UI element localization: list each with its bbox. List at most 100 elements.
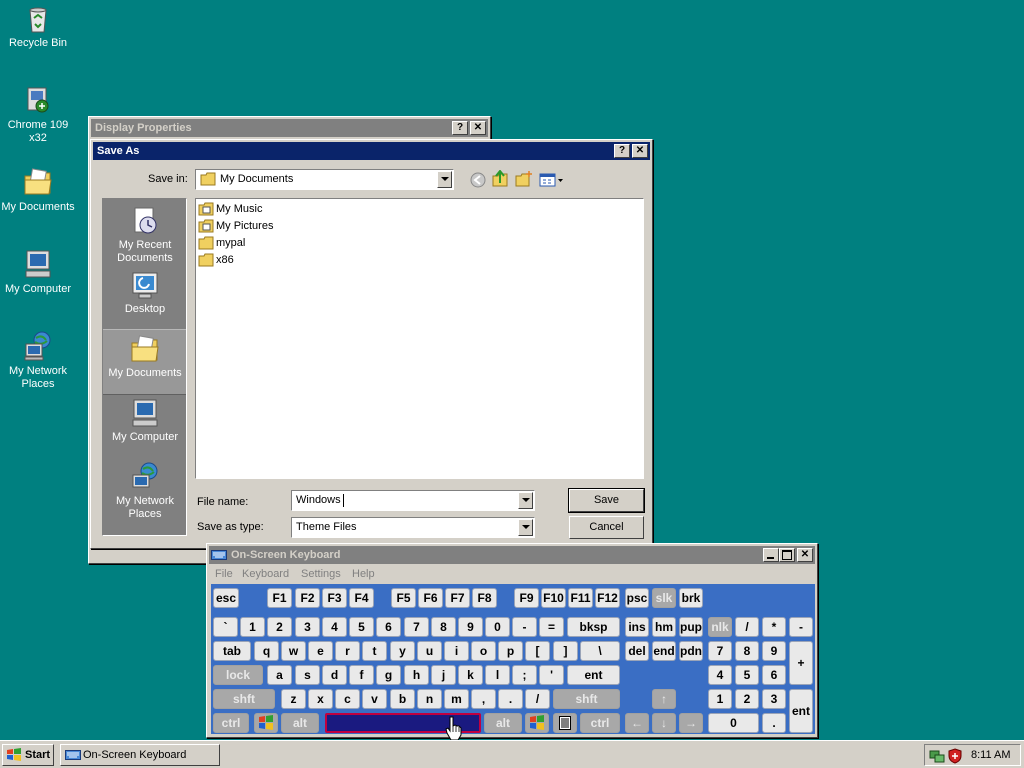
key-u[interactable]: u — [417, 641, 442, 661]
key-w[interactable]: w — [281, 641, 306, 661]
places-my-documents[interactable]: My Documents — [105, 333, 185, 380]
key-arrow-right[interactable]: → — [679, 713, 703, 733]
key-numpad-3[interactable]: 3 — [762, 689, 786, 709]
key-r[interactable]: r — [335, 641, 360, 661]
key-2[interactable]: 2 — [267, 617, 292, 637]
key-numpad-0[interactable]: 0 — [708, 713, 759, 733]
save-as-dialog[interactable]: Save As ? ✕ Save in: My Documents My Rec… — [90, 139, 653, 549]
key-numpad-add[interactable]: + — [789, 641, 813, 685]
key-numpad-6[interactable]: 6 — [762, 665, 786, 685]
taskbar-item-on-screen-keyboard[interactable]: On-Screen Keyboard — [60, 744, 220, 766]
menu-file[interactable]: File — [215, 568, 233, 580]
maximize-button[interactable] — [779, 548, 795, 562]
key-tab[interactable]: tab — [213, 641, 251, 661]
key-t[interactable]: t — [362, 641, 387, 661]
key-f6[interactable]: F6 — [418, 588, 443, 608]
key-page-down[interactable]: pdn — [679, 641, 703, 661]
key-numpad-5[interactable]: 5 — [735, 665, 759, 685]
save-as-type-dropdown[interactable]: Theme Files — [291, 517, 535, 538]
key-j[interactable]: j — [431, 665, 456, 685]
key-n[interactable]: n — [417, 689, 442, 709]
key-backslash[interactable]: \ — [580, 641, 620, 661]
key-f11[interactable]: F11 — [568, 588, 593, 608]
key-left-alt[interactable]: alt — [281, 713, 319, 733]
key-numpad-decimal[interactable]: . — [762, 713, 786, 733]
list-item[interactable]: My Music — [198, 201, 262, 217]
key-x[interactable]: x — [308, 689, 333, 709]
desktop-icon-recycle-bin[interactable]: Recycle Bin — [0, 2, 76, 50]
key-numpad-8[interactable]: 8 — [735, 641, 759, 661]
cancel-button[interactable]: Cancel — [569, 516, 644, 539]
save-as-titlebar[interactable]: Save As ? ✕ — [93, 142, 650, 160]
places-my-computer[interactable]: My Computer — [105, 397, 185, 444]
key-f2[interactable]: F2 — [295, 588, 320, 608]
key-caps-lock[interactable]: lock — [213, 665, 263, 685]
desktop-icon-network-places[interactable]: My Network Places — [0, 330, 76, 391]
key-f8[interactable]: F8 — [472, 588, 497, 608]
key-c[interactable]: c — [335, 689, 360, 709]
places-network-places[interactable]: My Network Places — [105, 461, 185, 521]
key-home[interactable]: hm — [652, 617, 676, 637]
key-b[interactable]: b — [390, 689, 415, 709]
key-h[interactable]: h — [404, 665, 429, 685]
key-numpad-subtract[interactable]: - — [789, 617, 813, 637]
key-page-up[interactable]: pup — [679, 617, 703, 637]
key-p[interactable]: p — [498, 641, 523, 661]
key-esc[interactable]: esc — [213, 588, 239, 608]
key-numpad-4[interactable]: 4 — [708, 665, 732, 685]
key-brk[interactable]: brk — [679, 588, 703, 608]
key-a[interactable]: a — [267, 665, 292, 685]
key-1[interactable]: 1 — [240, 617, 265, 637]
close-button[interactable]: ✕ — [797, 548, 813, 562]
key-slk[interactable]: slk — [652, 588, 676, 608]
key-period[interactable]: . — [498, 689, 523, 709]
key-arrow-up[interactable]: ↑ — [652, 689, 676, 709]
file-name-input[interactable]: Windows — [291, 490, 535, 511]
list-item[interactable]: mypal — [198, 235, 245, 251]
key-m[interactable]: m — [444, 689, 469, 709]
key-backtick[interactable]: ` — [213, 617, 238, 637]
start-button[interactable]: Start — [2, 744, 54, 766]
chevron-down-icon[interactable] — [437, 171, 452, 188]
key-numpad-enter[interactable]: ent — [789, 689, 813, 733]
key-delete[interactable]: del — [625, 641, 649, 661]
key-enter[interactable]: ent — [567, 665, 620, 685]
minimize-button[interactable] — [763, 548, 779, 562]
key-right-ctrl[interactable]: ctrl — [580, 713, 620, 733]
key-numpad-7[interactable]: 7 — [708, 641, 732, 661]
back-button[interactable] — [469, 171, 487, 189]
key-f1[interactable]: F1 — [267, 588, 292, 608]
key-3[interactable]: 3 — [295, 617, 320, 637]
list-item[interactable]: My Pictures — [198, 218, 273, 234]
display-properties-titlebar[interactable]: Display Properties ? ✕ — [91, 119, 488, 137]
desktop-icon-my-documents[interactable]: My Documents — [0, 166, 76, 214]
osk-titlebar[interactable]: On-Screen Keyboard ✕ — [209, 546, 815, 564]
key-i[interactable]: i — [444, 641, 469, 661]
key-numpad-divide[interactable]: / — [735, 617, 759, 637]
key-minus[interactable]: - — [512, 617, 537, 637]
key-o[interactable]: o — [471, 641, 496, 661]
key-comma[interactable]: , — [471, 689, 496, 709]
key-backspace[interactable]: bksp — [567, 617, 620, 637]
key-q[interactable]: q — [254, 641, 279, 661]
key-right-bracket[interactable]: ] — [553, 641, 578, 661]
key-semicolon[interactable]: ; — [512, 665, 537, 685]
save-button[interactable]: Save — [568, 488, 645, 513]
key-right-alt[interactable]: alt — [484, 713, 522, 733]
key-end[interactable]: end — [652, 641, 676, 661]
key-9[interactable]: 9 — [458, 617, 483, 637]
key-0[interactable]: 0 — [485, 617, 510, 637]
key-arrow-down[interactable]: ↓ — [652, 713, 676, 733]
views-menu-button[interactable] — [539, 171, 565, 189]
key-numpad-9[interactable]: 9 — [762, 641, 786, 661]
key-right-shift[interactable]: shft — [553, 689, 620, 709]
key-5[interactable]: 5 — [349, 617, 374, 637]
key-f10[interactable]: F10 — [541, 588, 566, 608]
key-left-windows[interactable] — [254, 713, 278, 733]
close-button[interactable]: ✕ — [470, 121, 486, 135]
key-left-ctrl[interactable]: ctrl — [213, 713, 249, 733]
clock[interactable]: 8:11 AM — [971, 749, 1011, 761]
key-8[interactable]: 8 — [431, 617, 456, 637]
key-numpad-multiply[interactable]: * — [762, 617, 786, 637]
chevron-down-icon[interactable] — [518, 519, 533, 536]
